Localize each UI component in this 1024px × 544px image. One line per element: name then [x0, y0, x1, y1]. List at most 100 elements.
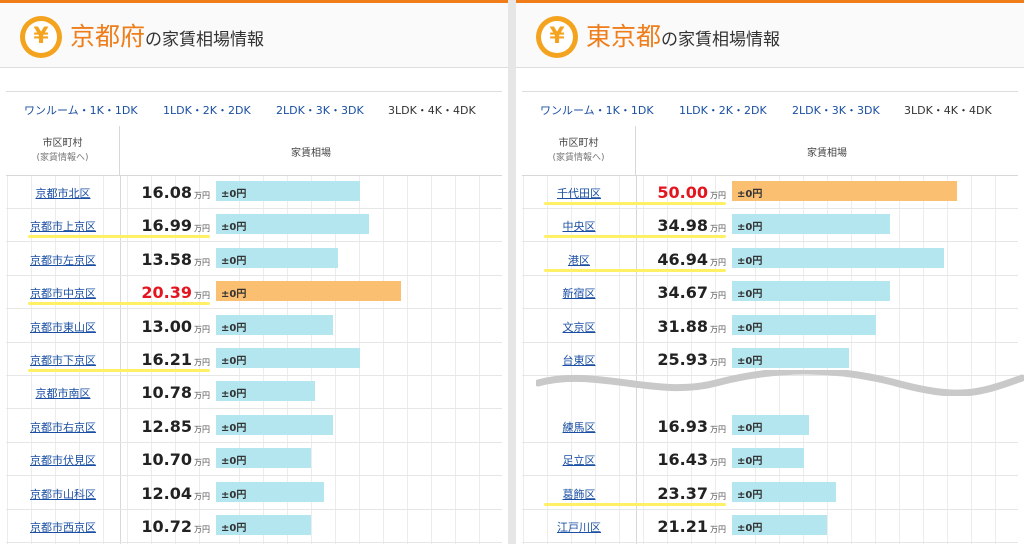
- municipality-link[interactable]: 京都市左京区: [6, 252, 120, 268]
- municipality-link[interactable]: 江戸川区: [522, 519, 636, 535]
- table-row: 千代田区 50.00 万円 ±0円: [522, 176, 1018, 209]
- tab-2dk[interactable]: 1LDK・2K・2DK: [679, 102, 767, 118]
- rent-price: 46.94 万円: [636, 250, 726, 269]
- municipality-link[interactable]: 京都市西京区: [6, 519, 120, 535]
- rent-change: ±0円: [737, 422, 763, 434]
- rent-value: 13.58: [141, 249, 192, 269]
- tab-2dk[interactable]: 1LDK・2K・2DK: [163, 102, 251, 118]
- title-suffix: の家賃相場情報: [145, 30, 265, 50]
- column-header-sublabel: (家賃情報へ): [36, 153, 89, 163]
- rent-unit: 万円: [710, 458, 726, 468]
- rent-value: 16.21: [141, 350, 192, 369]
- table-row: 京都市右京区 12.85 万円 ±0円: [6, 410, 502, 443]
- rent-unit: 万円: [194, 458, 210, 468]
- highlight-underline: [544, 502, 726, 506]
- tab-1k[interactable]: ワンルーム・1K・1DK: [540, 102, 654, 118]
- rent-price: 10.78 万円: [120, 383, 210, 402]
- highlight-underline: [28, 369, 210, 372]
- rent-change: ±0円: [737, 255, 763, 267]
- kyoto-rent-panel: ¥ 京都府の家賃相場情報 ワンルーム・1K・1DK 1LDK・2K・2DK 2L…: [0, 0, 508, 544]
- rent-change: ±0円: [737, 523, 763, 534]
- table-row: 京都市上京区 16.99 万円 ±0円: [6, 209, 502, 243]
- municipality-link[interactable]: 京都市北区: [6, 185, 120, 201]
- municipality-link[interactable]: 京都市伏見区: [6, 452, 120, 468]
- column-header-municipality: 市区町村 (家賃情報へ): [522, 126, 636, 176]
- municipality-link[interactable]: 京都市下京区: [6, 352, 120, 368]
- rent-change: ±0円: [737, 289, 763, 301]
- floorplan-tabs: ワンルーム・1K・1DK 1LDK・2K・2DK 2LDK・3K・3DK 3LD…: [522, 91, 1018, 127]
- rent-price: 34.67 万円: [636, 283, 726, 302]
- tab-3dk[interactable]: 2LDK・3K・3DK: [276, 102, 364, 118]
- rent-change: ±0円: [221, 222, 247, 234]
- table-row: 京都市左京区 13.58 万円 ±0円: [6, 243, 502, 276]
- table-row: 足立区 16.43 万円 ±0円: [522, 443, 1018, 477]
- municipality-link[interactable]: 京都市中京区: [6, 285, 120, 301]
- highlight-underline: [544, 235, 726, 239]
- rent-price: 16.43 万円: [636, 450, 726, 469]
- municipality-link[interactable]: 文京区: [522, 319, 636, 335]
- rent-unit: 万円: [194, 257, 210, 267]
- municipality-link[interactable]: 京都市山科区: [6, 486, 120, 502]
- municipality-link[interactable]: 台東区: [522, 352, 636, 368]
- rent-value: 10.72: [141, 517, 192, 536]
- rent-unit: 万円: [194, 224, 210, 234]
- panel-header: ¥ 東京都の家賃相場情報: [516, 0, 1024, 68]
- table-row: 練馬区 16.93 万円 ±0円: [522, 410, 1018, 443]
- municipality-link[interactable]: 千代田区: [522, 185, 636, 201]
- panel-divider: [508, 0, 516, 544]
- rent-unit: 万円: [710, 324, 726, 334]
- highlight-underline: [28, 302, 210, 306]
- rent-unit: 万円: [710, 358, 726, 367]
- rent-change: ±0円: [737, 356, 763, 367]
- omission-wave: [536, 370, 1024, 396]
- column-header-label: 市区町村: [42, 138, 83, 149]
- column-header-rent: 家賃相場: [636, 126, 1018, 176]
- rent-price: 21.21 万円: [636, 517, 726, 536]
- tab-1k[interactable]: ワンルーム・1K・1DK: [24, 102, 138, 118]
- table-row: 京都市伏見区 10.70 万円 ±0円: [6, 443, 502, 477]
- municipality-link[interactable]: 京都市南区: [6, 385, 120, 401]
- municipality-link[interactable]: 足立区: [522, 452, 636, 468]
- rent-change: ±0円: [221, 422, 247, 434]
- rent-value: 31.88: [657, 316, 708, 336]
- municipality-link[interactable]: 京都市右京区: [6, 419, 120, 435]
- column-header-rent: 家賃相場: [120, 126, 502, 176]
- rent-price: 10.70 万円: [120, 450, 210, 469]
- rent-price: 34.98 万円: [636, 216, 726, 235]
- rent-price: 12.04 万円: [120, 484, 210, 503]
- rent-unit: 万円: [710, 224, 726, 234]
- rent-unit: 万円: [194, 358, 210, 367]
- panel-header: ¥ 京都府の家賃相場情報: [0, 0, 508, 68]
- tab-4dk[interactable]: 3LDK・4K・4DK: [904, 102, 992, 118]
- rent-value: 10.70: [141, 450, 192, 470]
- rent-price: 13.58 万円: [120, 250, 210, 269]
- table-row: 新宿区 34.67 万円 ±0円: [522, 276, 1018, 310]
- rent-value: 13.00: [141, 316, 192, 336]
- rent-price: 16.08 万円: [120, 183, 210, 202]
- tab-4dk[interactable]: 3LDK・4K・4DK: [388, 102, 476, 118]
- rent-change: ±0円: [221, 356, 247, 367]
- rent-table: 市区町村 (家賃情報へ) 家賃相場 千代田区 50.00 万円 ±0円 中央区 34.98…: [522, 126, 1018, 544]
- municipality-link[interactable]: 中央区: [522, 218, 636, 234]
- floorplan-tabs: ワンルーム・1K・1DK 1LDK・2K・2DK 2LDK・3K・3DK 3LD…: [6, 91, 502, 127]
- municipality-link[interactable]: 葛飾区: [522, 486, 636, 502]
- rent-price: 10.72 万円: [120, 517, 210, 536]
- rent-change: ±0円: [737, 222, 763, 234]
- rent-unit: 万円: [194, 491, 210, 501]
- highlight-underline: [28, 235, 210, 239]
- rent-value: 46.94: [657, 249, 708, 269]
- rent-unit: 万円: [710, 525, 726, 534]
- municipality-link[interactable]: 京都市上京区: [6, 218, 120, 234]
- rent-unit: 万円: [194, 291, 210, 301]
- rent-value: 34.98: [657, 216, 708, 236]
- rent-value: 23.37: [657, 483, 708, 503]
- table-row: 中央区 34.98 万円 ±0円: [522, 209, 1018, 243]
- municipality-link[interactable]: 練馬区: [522, 419, 636, 435]
- table-row: 文京区 31.88 万円 ±0円: [522, 310, 1018, 343]
- tab-3dk[interactable]: 2LDK・3K・3DK: [792, 102, 880, 118]
- municipality-link[interactable]: 京都市東山区: [6, 319, 120, 335]
- municipality-link[interactable]: 新宿区: [522, 285, 636, 301]
- rent-unit: 万円: [194, 191, 210, 200]
- rent-change: ±0円: [737, 489, 763, 501]
- municipality-link[interactable]: 港区: [522, 252, 636, 268]
